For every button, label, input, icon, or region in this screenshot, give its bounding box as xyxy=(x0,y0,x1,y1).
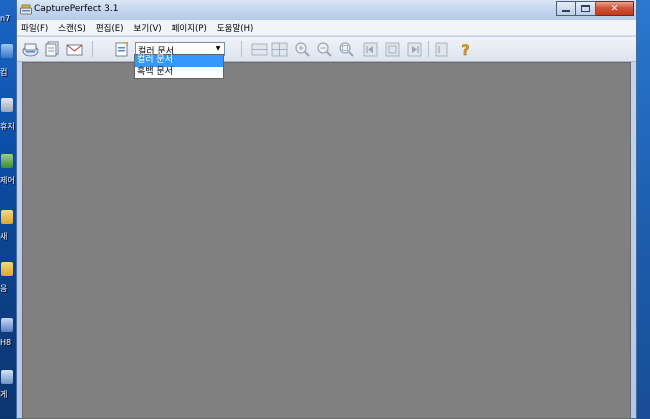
maximize-button[interactable] xyxy=(576,1,596,16)
menu-page[interactable]: 페이지(P) xyxy=(172,22,207,34)
previous-page-icon[interactable] xyxy=(384,41,401,58)
help-icon[interactable]: ? xyxy=(457,41,474,58)
scan-type-dropdown: 컬러 문서 흑백 문서 xyxy=(134,54,224,79)
toolbar: 컬러 문서 ▼ ? xyxy=(17,37,636,62)
desktop-label: 새 xyxy=(0,232,8,241)
zoom-fit-icon[interactable] xyxy=(338,41,355,58)
multi-page-view-icon[interactable] xyxy=(271,41,288,58)
close-icon: ✕ xyxy=(610,3,619,14)
folder-icon xyxy=(1,210,13,224)
zoom-out-icon[interactable] xyxy=(316,41,333,58)
control-panel-icon xyxy=(1,154,13,168)
desktop-label: 게 xyxy=(0,390,8,399)
dropdown-option-bw[interactable]: 흑백 문서 xyxy=(135,67,223,79)
application-icon xyxy=(1,370,13,384)
title-bar[interactable]: CapturePerfect 3.1 ✕ xyxy=(17,0,636,20)
menu-scan[interactable]: 스캔(S) xyxy=(58,22,86,34)
toolbar-separator xyxy=(241,41,242,57)
last-page-icon[interactable] xyxy=(433,41,450,58)
document-viewer[interactable] xyxy=(22,62,631,419)
toolbar-separator xyxy=(428,41,429,57)
svg-text:?: ? xyxy=(461,43,469,58)
computer-icon xyxy=(1,44,13,58)
dropdown-option-color[interactable]: 컬러 문서 xyxy=(135,55,223,67)
minimize-icon xyxy=(562,10,570,12)
desktop-background-right xyxy=(637,0,650,419)
email-icon[interactable] xyxy=(66,41,83,58)
single-page-view-icon[interactable] xyxy=(251,41,268,58)
toolbar-separator xyxy=(92,41,93,57)
app-window: CapturePerfect 3.1 ✕ 파일(F) 스캔(S) 편집(E) 보… xyxy=(16,0,637,419)
desktop-background: n7 컴 휴지 제어 새 응 H8 게 xyxy=(0,0,16,419)
recycle-bin-icon xyxy=(1,98,13,112)
caption-buttons: ✕ xyxy=(556,1,634,17)
menu-file[interactable]: 파일(F) xyxy=(21,22,48,34)
batch-scan-icon[interactable] xyxy=(44,41,61,58)
scan-settings-icon[interactable] xyxy=(113,41,130,58)
desktop-label: n7 xyxy=(0,14,11,23)
first-page-icon[interactable] xyxy=(362,41,379,58)
close-button[interactable]: ✕ xyxy=(596,1,634,16)
folder-icon xyxy=(1,262,13,276)
maximize-icon xyxy=(581,5,590,12)
scanner-app-icon[interactable] xyxy=(20,4,32,15)
minimize-button[interactable] xyxy=(556,1,576,16)
scan-icon[interactable] xyxy=(22,41,39,58)
desktop-label: 휴지 xyxy=(0,122,15,131)
desktop-label: H8 xyxy=(0,338,12,347)
desktop-label: 응 xyxy=(0,284,8,293)
menu-help[interactable]: 도움말(H) xyxy=(217,22,253,34)
menu-view[interactable]: 보기(V) xyxy=(134,22,162,34)
menu-edit[interactable]: 편집(E) xyxy=(96,22,124,34)
zoom-in-icon[interactable] xyxy=(294,41,311,58)
desktop-label: 컴 xyxy=(0,68,8,77)
window-title: CapturePerfect 3.1 xyxy=(34,4,119,14)
next-page-icon[interactable] xyxy=(406,41,423,58)
menu-bar: 파일(F) 스캔(S) 편집(E) 보기(V) 페이지(P) 도움말(H) xyxy=(17,20,636,36)
desktop-label: 제어 xyxy=(0,176,15,185)
application-icon xyxy=(1,318,13,332)
